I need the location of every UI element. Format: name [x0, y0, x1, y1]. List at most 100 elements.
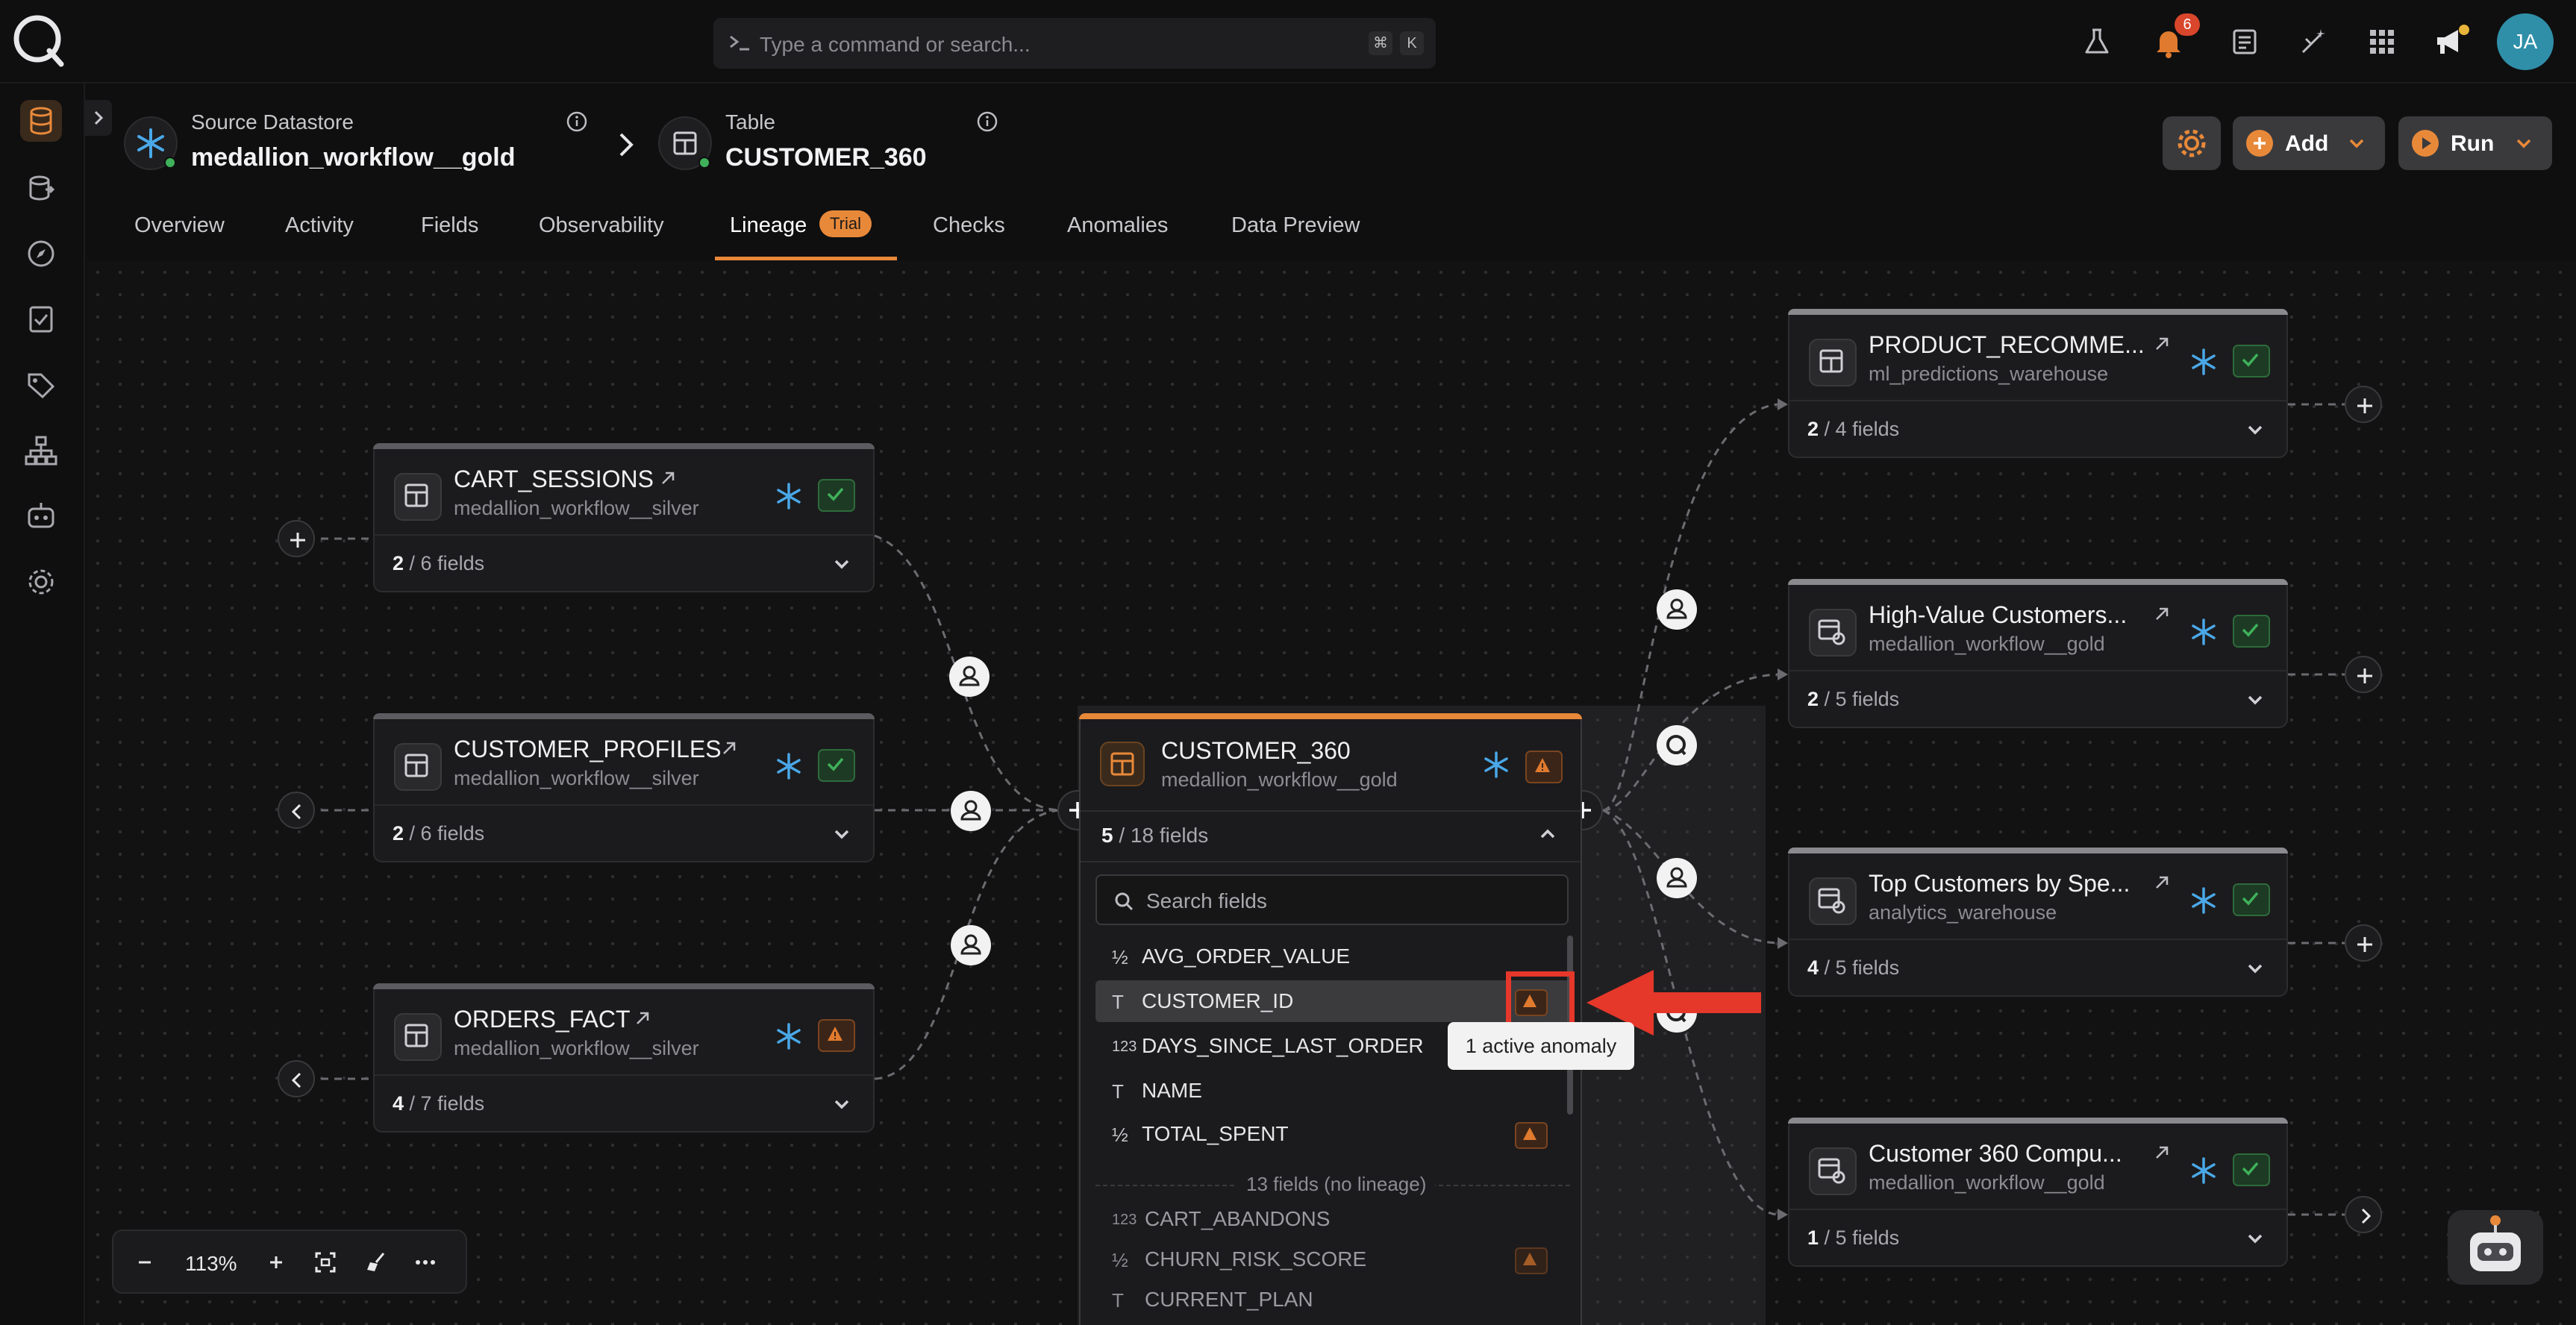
node-title: Top Customers by Spe... — [1869, 870, 2130, 897]
snowflake-icon — [2189, 348, 2218, 376]
snowflake-icon — [2189, 1156, 2218, 1185]
node-title: CUSTOMER_360 — [1161, 737, 1351, 764]
chevron-down-icon[interactable] — [831, 825, 852, 843]
zoom-in-button[interactable] — [261, 1247, 291, 1277]
table-icon — [394, 473, 442, 521]
lineage-node-customer-360-computed[interactable]: Customer 360 Compu... medallion_workflow… — [1788, 1118, 2288, 1267]
fit-view-button[interactable] — [310, 1247, 340, 1277]
search-icon — [1113, 891, 1134, 912]
anomaly-warning-icon[interactable] — [1515, 1122, 1548, 1149]
view-icon — [1809, 877, 1857, 925]
chevron-down-icon[interactable] — [831, 555, 852, 573]
snowflake-icon — [775, 1022, 803, 1050]
node-subtitle: medallion_workflow__silver — [454, 1037, 699, 1059]
field-row[interactable]: ½ TOTAL_SPENT — [1095, 1113, 1570, 1155]
status-ok-icon — [2233, 883, 2270, 916]
field-search-input[interactable]: Search fields — [1095, 874, 1569, 925]
node-field-count: 2 / 6 fields — [393, 822, 485, 845]
external-link-icon[interactable] — [2151, 871, 2173, 894]
node-field-count: 4 / 5 fields — [1807, 956, 1900, 979]
user-icon[interactable] — [1657, 858, 1697, 898]
external-link-icon[interactable] — [657, 467, 679, 489]
chevron-down-icon[interactable] — [2245, 691, 2266, 709]
expand-downstream-chevron-button[interactable] — [2345, 1196, 2382, 1233]
status-ok-icon — [818, 749, 855, 782]
snowflake-icon — [1482, 751, 1510, 779]
node-field-count: 1 / 5 fields — [1807, 1227, 1900, 1249]
user-icon[interactable] — [1657, 589, 1697, 630]
node-title: ORDERS_FACT — [454, 1006, 631, 1033]
assistant-bot-button[interactable] — [2448, 1210, 2543, 1285]
field-row[interactable]: 123 CART_ABANDONS — [1095, 1198, 1570, 1240]
node-subtitle: analytics_warehouse — [1869, 901, 2057, 924]
snowflake-icon — [775, 752, 803, 780]
external-link-icon[interactable] — [2151, 1141, 2173, 1164]
user-icon[interactable] — [949, 657, 990, 697]
anomaly-warning-icon — [818, 1019, 855, 1052]
status-ok-icon — [2233, 345, 2270, 378]
field-row[interactable]: ½ AVG_ORDER_VALUE — [1095, 936, 1570, 977]
table-icon — [394, 743, 442, 791]
chevron-up-icon[interactable] — [1537, 825, 1558, 843]
node-field-count: 2 / 5 fields — [1807, 688, 1900, 710]
node-title: CUSTOMER_PROFILES — [454, 736, 722, 762]
table-icon — [1809, 339, 1857, 386]
snowflake-icon — [775, 482, 803, 510]
node-subtitle: medallion_workflow__silver — [454, 767, 699, 789]
node-title: Customer 360 Compu... — [1869, 1140, 2122, 1167]
lineage-node-customer-profiles[interactable]: CUSTOMER_PROFILES medallion_workflow__si… — [373, 713, 875, 862]
chevron-down-icon[interactable] — [831, 1095, 852, 1113]
external-link-icon[interactable] — [718, 737, 740, 759]
anomaly-warning-icon[interactable] — [1515, 1247, 1548, 1274]
node-title: High-Value Customers... — [1869, 601, 2128, 628]
clear-broom-button[interactable] — [361, 1247, 391, 1277]
expand-upstream-plus-button[interactable] — [278, 520, 315, 557]
field-row[interactable]: ½ CHURN_RISK_SCORE — [1095, 1238, 1570, 1280]
lineage-node-high-value-customers[interactable]: High-Value Customers... medallion_workfl… — [1788, 579, 2288, 728]
node-subtitle: medallion_workflow__gold — [1869, 1171, 2105, 1194]
node-subtitle: medallion_workflow__gold — [1161, 768, 1398, 791]
qualytics-logo-icon[interactable] — [1657, 725, 1697, 765]
field-row[interactable]: T CURRENT_PLAN — [1095, 1279, 1570, 1321]
node-subtitle: ml_predictions_warehouse — [1869, 363, 2109, 385]
field-search-placeholder: Search fields — [1146, 889, 1267, 912]
table-icon — [394, 1013, 442, 1061]
status-ok-icon — [2233, 1153, 2270, 1186]
external-link-icon[interactable] — [2151, 603, 2173, 625]
anomaly-tooltip: 1 active anomaly — [1448, 1022, 1634, 1070]
node-accent-bar — [1079, 713, 1582, 719]
snowflake-icon — [2189, 886, 2218, 915]
field-row[interactable]: T NAME — [1095, 1070, 1570, 1112]
node-title: PRODUCT_RECOMME... — [1869, 331, 2145, 358]
lineage-node-cart-sessions[interactable]: CART_SESSIONS medallion_workflow__silver… — [373, 443, 875, 592]
chevron-down-icon[interactable] — [2245, 959, 2266, 977]
node-field-count: 5 / 18 fields — [1101, 824, 1209, 847]
external-link-icon[interactable] — [631, 1007, 654, 1030]
view-icon — [1809, 1147, 1857, 1195]
lineage-node-product-recommendations[interactable]: PRODUCT_RECOMME... ml_predictions_wareho… — [1788, 309, 2288, 458]
table-icon — [1100, 742, 1145, 786]
snowflake-icon — [2189, 618, 2218, 646]
chevron-down-icon[interactable] — [2245, 421, 2266, 439]
more-options-button[interactable] — [410, 1247, 440, 1277]
collapse-upstream-chevron-button[interactable] — [278, 1060, 315, 1097]
expand-downstream-plus-button[interactable] — [2345, 656, 2382, 693]
expand-downstream-plus-button[interactable] — [2345, 386, 2382, 423]
lineage-node-orders-fact[interactable]: ORDERS_FACT medallion_workflow__silver 4… — [373, 983, 875, 1133]
external-link-icon[interactable] — [2151, 333, 2173, 355]
user-icon[interactable] — [951, 791, 991, 831]
zoom-toolbar: 113% — [112, 1230, 467, 1294]
status-ok-icon — [2233, 615, 2270, 648]
node-field-count: 2 / 6 fields — [393, 552, 485, 574]
node-field-count: 4 / 7 fields — [393, 1092, 485, 1115]
user-icon[interactable] — [951, 925, 991, 965]
zoom-out-button[interactable] — [130, 1247, 160, 1277]
expand-downstream-plus-button[interactable] — [2345, 924, 2382, 962]
lineage-node-top-customers-by-spend[interactable]: Top Customers by Spe... analytics_wareho… — [1788, 848, 2288, 997]
node-title: CART_SESSIONS — [454, 466, 654, 492]
anomaly-warning-icon — [1525, 751, 1563, 783]
chevron-down-icon[interactable] — [2245, 1230, 2266, 1247]
status-ok-icon — [818, 479, 855, 512]
collapse-upstream-chevron-button[interactable] — [278, 792, 315, 829]
field-row-selected[interactable]: T CUSTOMER_ID — [1095, 980, 1570, 1022]
